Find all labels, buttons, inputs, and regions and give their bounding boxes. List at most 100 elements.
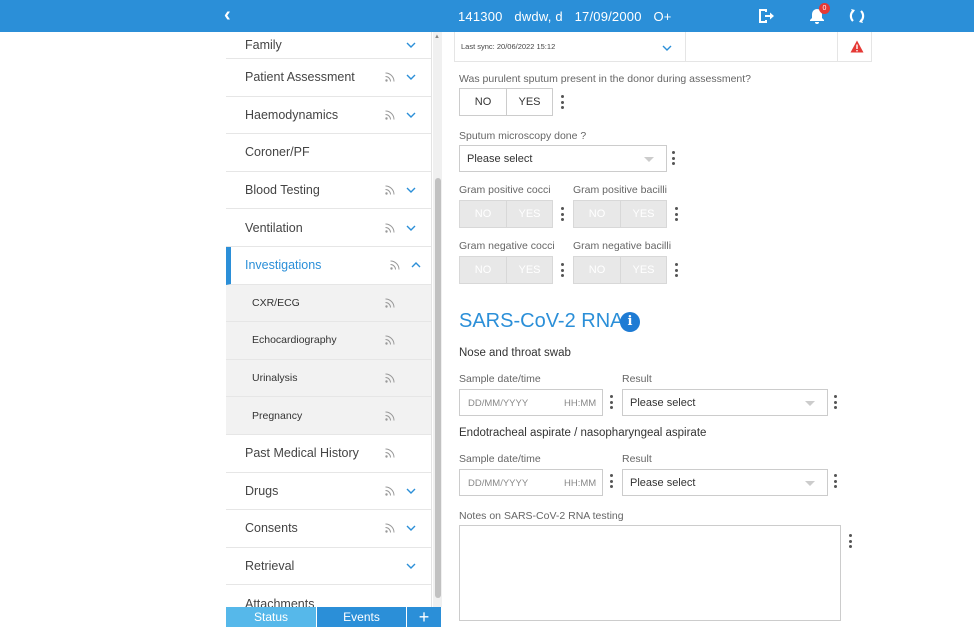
sidebar-item-blood-testing[interactable]: Blood Testing xyxy=(226,172,431,210)
more-options-icon[interactable] xyxy=(608,395,614,411)
endotracheal-result-select[interactable]: Please select xyxy=(622,469,828,496)
patient-header: 141300 dwdw, d 17/09/2000 O+ xyxy=(458,9,680,24)
top-bar: ‹ 141300 dwdw, d 17/09/2000 O+ 0 xyxy=(0,0,974,32)
chevron-down-icon[interactable] xyxy=(405,184,417,196)
sidebar-item-label: Drugs xyxy=(245,483,279,498)
gram-negative-bacilli-toggle: NO YES xyxy=(573,256,667,284)
rss-icon xyxy=(385,110,395,120)
sidebar-item-label: Pregnancy xyxy=(252,409,303,422)
divider xyxy=(837,32,838,62)
sidebar-item-consents[interactable]: Consents xyxy=(226,510,431,548)
chevron-down-icon[interactable] xyxy=(405,522,417,534)
sidebar-subitem-pregnancy[interactable]: Pregnancy xyxy=(226,397,431,435)
sidebar-item-investigations[interactable]: Investigations xyxy=(226,246,431,285)
sidebar-item-label: Consents xyxy=(245,521,298,536)
sync-status-row: Last sync: 20/06/2022 15:12 xyxy=(454,32,872,62)
nose-swab-result-select[interactable]: Please select xyxy=(622,389,828,416)
sidebar-item-past-medical-history[interactable]: Past Medical History xyxy=(226,435,431,473)
sidebar: Family Patient Assessment Haemodynamics … xyxy=(226,32,432,607)
sidebar-item-label: Haemodynamics xyxy=(245,107,339,122)
gram-negative-bacilli-label: Gram negative bacilli xyxy=(573,240,672,252)
more-options-icon[interactable] xyxy=(832,474,838,490)
sidebar-item-family[interactable]: Family xyxy=(226,32,431,59)
sample-datetime-label: Sample date/time xyxy=(459,453,541,465)
sidebar-item-label: Ventilation xyxy=(245,220,303,235)
chevron-down-icon[interactable] xyxy=(405,71,417,83)
dropdown-arrow-icon xyxy=(805,481,815,486)
chevron-down-icon[interactable] xyxy=(405,109,417,121)
sidebar-item-haemodynamics[interactable]: Haemodynamics xyxy=(226,97,431,135)
scroll-up-arrow-icon[interactable]: ▲ xyxy=(434,34,440,40)
rss-icon xyxy=(385,411,395,421)
logout-icon[interactable] xyxy=(755,6,775,26)
sidebar-subitem-cxr-ecg[interactable]: CXR/ECG xyxy=(226,284,431,323)
more-options-icon[interactable] xyxy=(559,263,565,279)
purulent-sputum-toggle[interactable]: NO YES xyxy=(459,88,553,116)
no-option: NO xyxy=(588,208,606,220)
yes-option[interactable]: YES xyxy=(506,89,552,115)
sidebar-item-label: Coroner/PF xyxy=(245,145,310,160)
chevron-down-icon[interactable] xyxy=(405,222,417,234)
rss-icon xyxy=(385,335,395,346)
sidebar-item-drugs[interactable]: Drugs xyxy=(226,473,431,511)
notes-label: Notes on SARS-CoV-2 RNA testing xyxy=(459,510,624,522)
no-option: NO xyxy=(588,264,606,276)
chevron-down-icon[interactable] xyxy=(405,560,417,572)
status-button[interactable]: Status xyxy=(226,607,316,627)
add-button[interactable]: + xyxy=(406,607,441,627)
more-options-icon[interactable] xyxy=(847,534,853,550)
rss-icon xyxy=(385,72,395,82)
dropdown-arrow-icon xyxy=(805,401,815,406)
sidebar-item-label: Family xyxy=(245,38,282,52)
result-label: Result xyxy=(622,453,652,465)
sidebar-item-label: Investigations xyxy=(245,258,322,273)
more-options-icon[interactable] xyxy=(559,207,565,223)
sidebar-item-retrieval[interactable]: Retrieval xyxy=(226,548,431,586)
more-options-icon[interactable] xyxy=(559,95,565,111)
purulent-sputum-label: Was purulent sputum present in the donor… xyxy=(459,73,752,85)
yes-option: YES xyxy=(506,257,552,283)
chevron-down-icon[interactable] xyxy=(405,39,417,51)
back-chevron-icon[interactable]: ‹ xyxy=(224,5,231,25)
no-option[interactable]: NO xyxy=(460,89,506,115)
more-options-icon[interactable] xyxy=(608,474,614,490)
rss-icon xyxy=(385,448,395,458)
more-options-icon[interactable] xyxy=(670,151,676,167)
chevron-down-icon[interactable] xyxy=(661,42,673,54)
sidebar-item-label: Blood Testing xyxy=(245,183,320,198)
sidebar-subitem-urinalysis[interactable]: Urinalysis xyxy=(226,359,431,398)
main-content: Last sync: 20/06/2022 15:12 Was purulent… xyxy=(442,32,872,627)
rss-icon xyxy=(385,373,395,383)
chevron-down-icon[interactable] xyxy=(405,485,417,497)
more-options-icon[interactable] xyxy=(673,263,679,279)
gram-negative-cocci-toggle: NO YES xyxy=(459,256,553,284)
yes-option: YES xyxy=(506,201,552,227)
time-placeholder: HH:MM xyxy=(564,398,597,409)
rss-icon xyxy=(385,523,395,534)
events-button[interactable]: Events xyxy=(316,607,406,627)
select-value: Please select xyxy=(630,396,696,409)
nose-swab-datetime-input[interactable]: DD/MM/YYYY HH:MM xyxy=(459,389,603,416)
warning-icon[interactable] xyxy=(850,40,864,53)
sidebar-subitem-echocardiography[interactable]: Echocardiography xyxy=(226,322,431,360)
rss-icon xyxy=(385,298,395,308)
more-options-icon[interactable] xyxy=(673,207,679,223)
notes-textarea[interactable] xyxy=(459,525,841,621)
sidebar-item-label: Patient Assessment xyxy=(245,70,355,85)
endotracheal-datetime-input[interactable]: DD/MM/YYYY HH:MM xyxy=(459,469,603,496)
sync-icon[interactable] xyxy=(847,6,867,26)
notifications-button[interactable]: 0 xyxy=(807,3,830,26)
yes-option: YES xyxy=(620,257,666,283)
gram-positive-bacilli-toggle: NO YES xyxy=(573,200,667,228)
sample-datetime-label: Sample date/time xyxy=(459,373,541,385)
sidebar-item-coroner-pf[interactable]: Coroner/PF xyxy=(226,134,431,172)
sidebar-scroll-thumb[interactable] xyxy=(435,178,441,598)
patient-id: 141300 xyxy=(458,9,503,24)
sidebar-item-patient-assessment[interactable]: Patient Assessment xyxy=(226,59,431,97)
chevron-up-icon[interactable] xyxy=(410,259,422,271)
sidebar-item-attachments[interactable]: Attachments xyxy=(226,585,431,607)
sputum-microscopy-select[interactable]: Please select xyxy=(459,145,667,172)
more-options-icon[interactable] xyxy=(832,395,838,411)
info-icon[interactable]: i xyxy=(620,312,640,332)
sidebar-item-ventilation[interactable]: Ventilation xyxy=(226,209,431,247)
